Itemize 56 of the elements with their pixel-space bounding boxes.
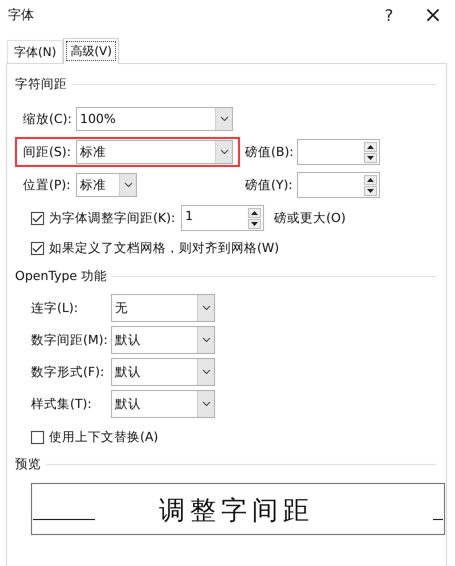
field-label: 磅或更大(O) (274, 210, 346, 226)
up-arrow-button[interactable] (364, 142, 377, 152)
down-arrow-button[interactable] (364, 152, 377, 162)
checkbox-label: 为字体调整字间距(K): (49, 210, 176, 226)
spin-field[interactable] (297, 139, 380, 165)
dropdown[interactable]: 标准 (76, 140, 233, 164)
chevron-down-icon (202, 369, 210, 375)
field-label: 缩放(C): (23, 110, 73, 128)
chevron-down-icon (202, 401, 210, 407)
checkbox[interactable] (31, 242, 44, 254)
field-label: 样式集(T): (31, 396, 93, 412)
checkbox-label: 如果定义了文档网格，则对齐到网格(W) (49, 240, 280, 256)
triangle-up-icon (367, 178, 374, 182)
chevron-down-icon (202, 305, 210, 311)
tab[interactable]: 字体(N) (7, 40, 64, 63)
chevron-down-icon (202, 337, 210, 343)
section-heading: 字符间距 (15, 76, 67, 92)
field-label: 位置(P): (23, 176, 72, 194)
section-heading: 预览 (15, 456, 41, 472)
spin-field[interactable]: 1 (181, 205, 264, 231)
triangle-down-icon (251, 222, 258, 226)
tab[interactable]: 高级(V) (63, 38, 119, 64)
close-button[interactable]: × (411, 2, 455, 28)
help-button[interactable]: ? (367, 6, 411, 24)
dropdown[interactable]: 无 (111, 294, 215, 322)
checkbox-label: 使用上下文替换(A) (49, 428, 158, 446)
field-label: 磅值(B): (245, 144, 295, 160)
field-label: 间距(S): (23, 144, 72, 160)
baseline-rule (433, 519, 443, 520)
dropdown[interactable]: 标准 (76, 173, 137, 197)
window-title: 字体 (8, 7, 34, 24)
down-arrow-button[interactable] (248, 218, 262, 228)
chevron-down-icon (220, 149, 228, 155)
triangle-up-icon (251, 210, 258, 214)
field-label: 连字(L): (31, 300, 79, 316)
chevron-down-icon (220, 116, 228, 122)
triangle-down-icon (367, 188, 374, 192)
dropdown[interactable]: 100% (76, 107, 233, 131)
section-heading: OpenType 功能 (15, 268, 108, 284)
field-label: 数字间距(M): (31, 332, 109, 348)
field-label: 数字形式(F): (31, 364, 106, 380)
triangle-up-icon (367, 144, 374, 148)
dropdown[interactable]: 默认 (111, 390, 215, 418)
up-arrow-button[interactable] (364, 174, 377, 184)
chevron-down-icon (124, 182, 132, 188)
dropdown[interactable]: 默认 (111, 358, 215, 386)
checkbox[interactable] (31, 430, 44, 444)
triangle-down-icon (367, 156, 374, 160)
down-arrow-button[interactable] (364, 186, 377, 196)
dropdown[interactable]: 默认 (111, 326, 215, 354)
spin-field[interactable] (297, 172, 380, 198)
up-arrow-button[interactable] (248, 208, 262, 218)
baseline-rule (33, 519, 95, 520)
field-label: 磅值(Y): (245, 176, 294, 194)
checkbox[interactable] (31, 212, 44, 224)
preview-sample-text: 调整字间距 (159, 496, 314, 526)
